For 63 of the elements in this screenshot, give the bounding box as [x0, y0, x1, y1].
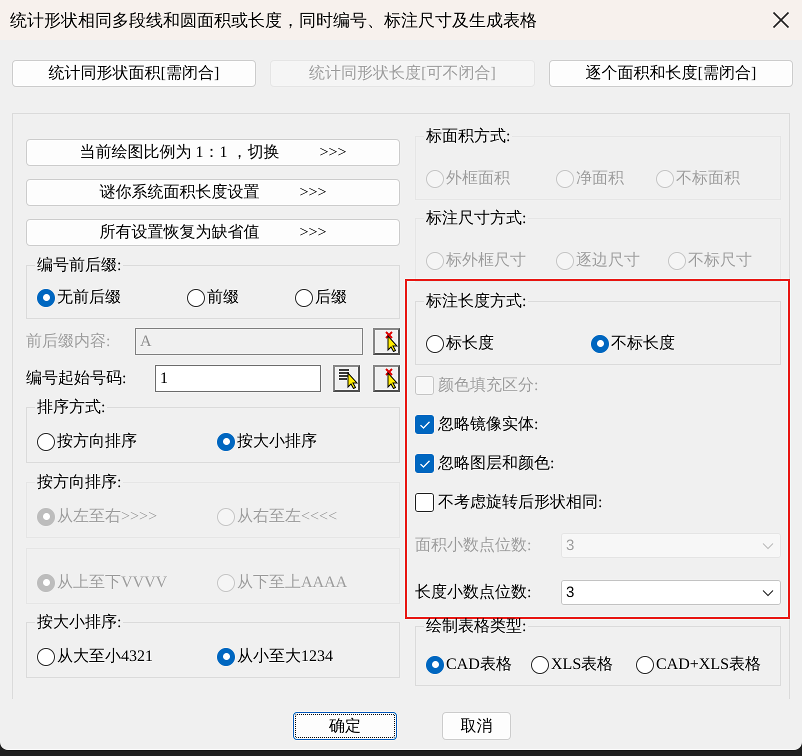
group-title: 排序方式:	[36, 398, 106, 418]
radio-button[interactable]	[531, 656, 549, 674]
radio-label[interactable]: 不标长度	[611, 333, 675, 354]
radio-label[interactable]: 从大至小4321	[57, 646, 153, 667]
mode-button[interactable]: 统计同形状面积[需闭合]	[12, 60, 256, 87]
pick-clear-button[interactable]	[373, 328, 400, 355]
field-label: 编号起始号码:	[26, 368, 128, 389]
group-title: 标注长度方式:	[425, 292, 528, 312]
radio-button[interactable]	[295, 288, 313, 306]
group-title: 编号前后缀:	[36, 256, 122, 276]
radio-label[interactable]: CAD表格	[446, 654, 512, 675]
cross-cursor-icon	[385, 331, 398, 352]
check-icon	[418, 420, 430, 430]
pick-list-button[interactable]	[333, 365, 360, 392]
dialog-button[interactable]: 确定	[293, 712, 397, 740]
radio-label[interactable]: CAD+XLS表格	[656, 654, 762, 675]
dropdown-label: 面积小数点位数:	[415, 536, 532, 556]
setting-button[interactable]: 所有设置恢复为缺省值 >>>	[26, 219, 400, 246]
checkbox-label[interactable]: 忽略图层和颜色:	[438, 453, 554, 474]
checkbox[interactable]	[415, 454, 434, 473]
setting-button[interactable]: 谜你系统面积长度设置 >>>	[26, 179, 400, 206]
radio-button[interactable]	[217, 648, 235, 666]
radio-label[interactable]: 无前后缀	[57, 287, 121, 308]
checkbox[interactable]	[415, 415, 434, 434]
radio-button[interactable]	[37, 648, 55, 666]
dropdown[interactable]: 3	[561, 580, 781, 605]
checkbox-label[interactable]: 不考虑旋转后形状相同:	[438, 492, 602, 513]
radio-label[interactable]: 按大小排序	[237, 431, 317, 452]
group-title: 按大小排序:	[36, 612, 122, 633]
group-title: 绘制表格类型:	[425, 616, 528, 637]
checkbox-label[interactable]: 忽略镜像实体:	[438, 414, 538, 435]
radio-button[interactable]	[426, 334, 444, 352]
close-icon[interactable]	[772, 11, 790, 29]
radio-label[interactable]: 从小至大1234	[237, 646, 333, 667]
radio-label[interactable]: 按方向排序	[57, 431, 137, 452]
window-title: 统计形状相同多段线和圆面积或长度，同时编号、标注尺寸及生成表格	[10, 10, 537, 32]
pick-clear-button[interactable]	[373, 365, 400, 392]
radio-button[interactable]	[37, 432, 55, 450]
radio-button[interactable]	[636, 656, 654, 674]
radio-label[interactable]: XLS表格	[551, 654, 614, 675]
radio-button[interactable]	[217, 432, 235, 450]
check-icon	[418, 458, 430, 468]
setting-button[interactable]: 当前绘图比例为 1：1 ，切换 >>>	[26, 139, 400, 166]
radio-button[interactable]	[591, 334, 609, 352]
radio-button[interactable]	[426, 656, 444, 674]
radio-button[interactable]	[187, 288, 205, 306]
input-field[interactable]: 1	[155, 365, 321, 392]
radio-label[interactable]: 后缀	[315, 287, 347, 308]
field-label: 前后缀内容:	[26, 332, 112, 352]
group-title: 标面积方式:	[425, 126, 512, 147]
group-title: 按方向排序:	[36, 472, 122, 493]
radio-button[interactable]	[37, 288, 55, 306]
group-title: 标注尺寸方式:	[425, 208, 528, 229]
checkbox[interactable]	[415, 493, 434, 512]
list-cursor-icon	[338, 369, 358, 389]
chevron-down-icon	[762, 542, 774, 550]
radio-label[interactable]: 前缀	[207, 287, 239, 308]
chevron-down-icon	[762, 588, 774, 596]
cross-cursor-icon	[385, 368, 398, 389]
mode-button[interactable]: 逐个面积和长度[需闭合]	[549, 60, 793, 87]
dropdown-label: 长度小数点位数:	[415, 582, 532, 603]
dialog-button[interactable]: 取消	[442, 712, 511, 740]
radio-label[interactable]: 标长度	[446, 333, 494, 354]
